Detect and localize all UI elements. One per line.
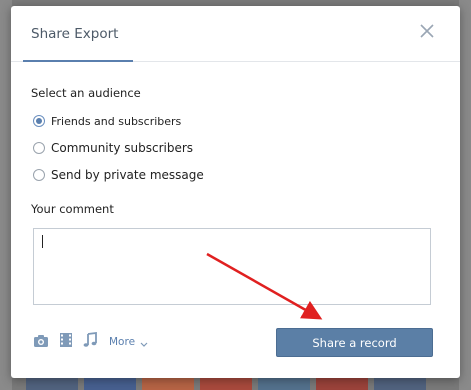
radio-send-private-message[interactable]: Send by private message xyxy=(33,166,204,184)
share-record-button[interactable]: Share a record xyxy=(276,328,433,357)
film-icon[interactable] xyxy=(59,332,73,352)
share-dialog: Share Export Select an audience Friends … xyxy=(11,6,460,378)
camera-icon[interactable] xyxy=(33,333,49,352)
attachment-toolbar: More xyxy=(33,331,148,352)
background-edge-right xyxy=(459,0,471,390)
audience-label: Select an audience xyxy=(31,86,141,100)
radio-community-subscribers[interactable]: Community subscribers xyxy=(33,139,193,157)
dialog-header: Share Export xyxy=(11,6,460,62)
radio-label: Send by private message xyxy=(51,168,204,182)
radio-friends-and-subscribers[interactable]: Friends and subscribers xyxy=(33,112,181,130)
radio-label: Community subscribers xyxy=(51,141,194,155)
close-button[interactable] xyxy=(420,24,436,40)
radio-button-selected[interactable] xyxy=(33,115,45,127)
radio-button[interactable] xyxy=(33,142,45,154)
dialog-title: Share Export xyxy=(31,26,119,42)
more-attachments-link[interactable]: More xyxy=(109,336,135,348)
chevron-down-icon[interactable] xyxy=(140,333,148,352)
close-icon xyxy=(420,24,434,38)
music-icon[interactable] xyxy=(83,331,97,352)
radio-label: Friends and subscribers xyxy=(51,114,182,128)
radio-button[interactable] xyxy=(33,169,45,181)
text-caret xyxy=(42,235,43,248)
title-tab-indicator xyxy=(23,60,133,62)
comment-textarea[interactable] xyxy=(33,228,431,305)
comment-label: Your comment xyxy=(31,202,114,216)
